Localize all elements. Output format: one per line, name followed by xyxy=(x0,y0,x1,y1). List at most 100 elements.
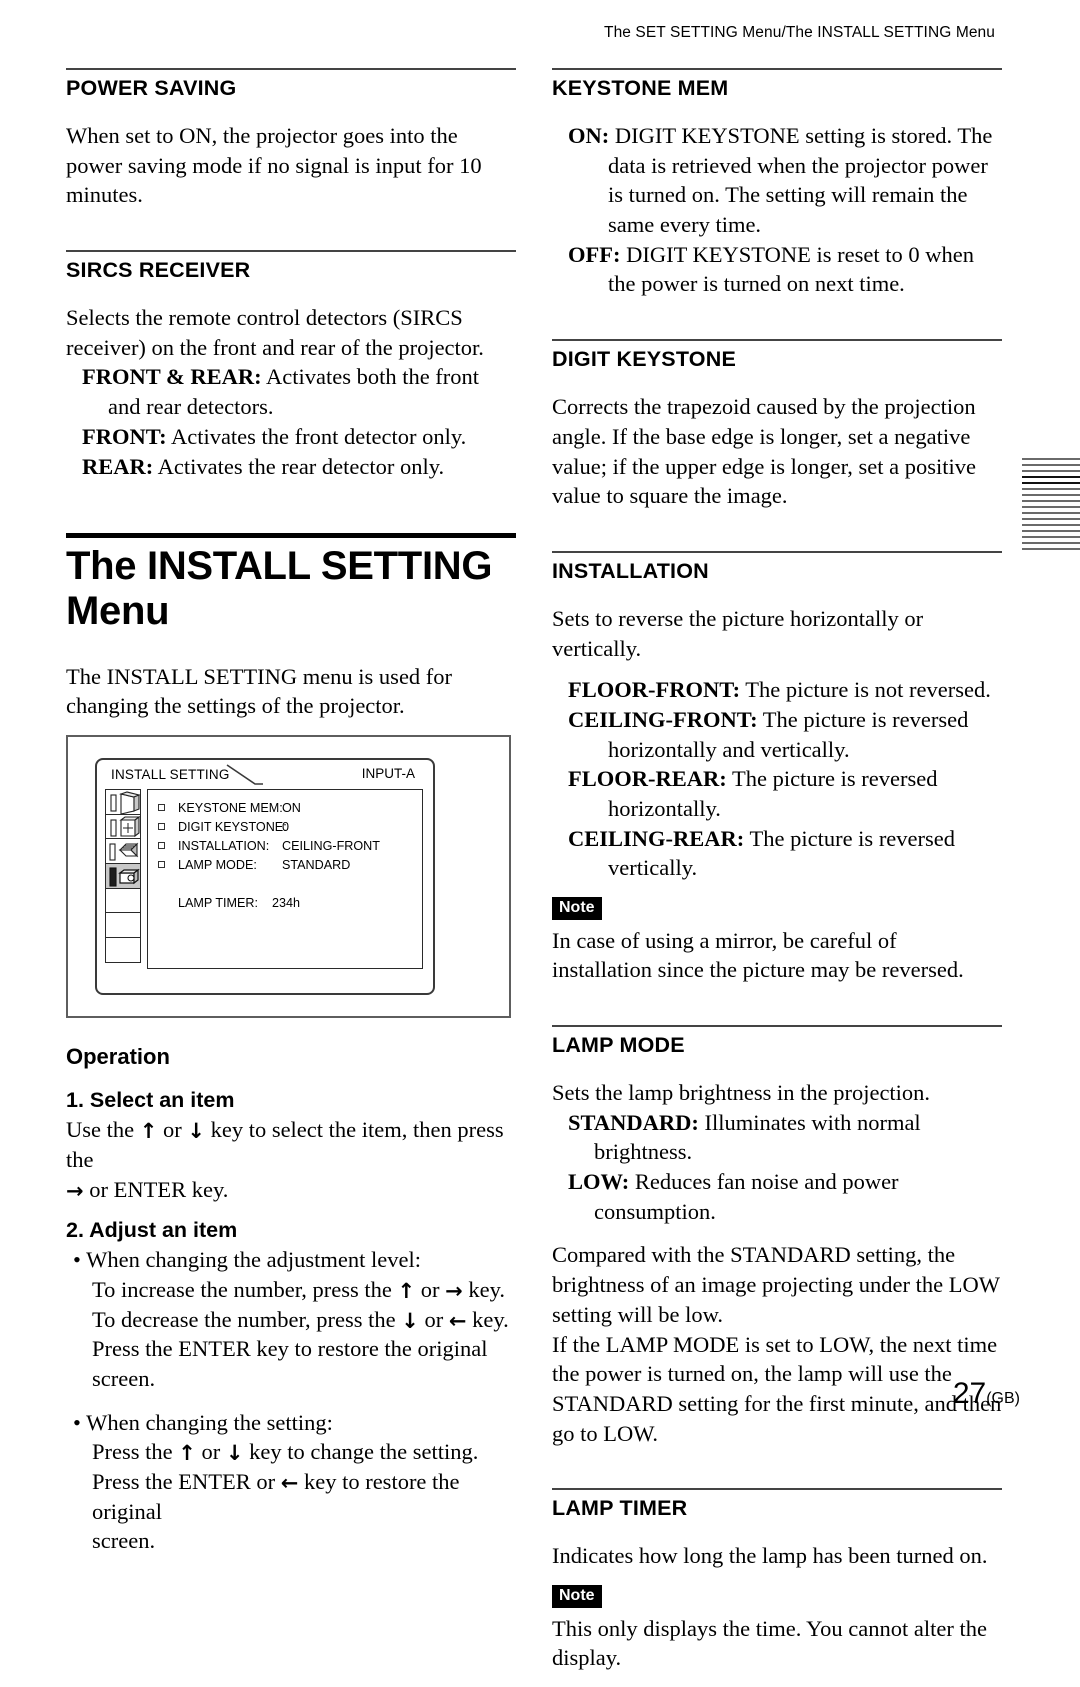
lamp-timer-note-text: This only displays the time. You cannot … xyxy=(552,1615,987,1671)
osd-row-value: 0 xyxy=(282,819,290,834)
thumb-index-bar xyxy=(1022,548,1080,550)
osd-row-value: CEILING-FRONT xyxy=(282,838,380,853)
lamp-mode-para3: If the LAMP MODE is set to LOW, the next… xyxy=(552,1331,1002,1446)
osd-row[interactable]: LAMP MODE: STANDARD xyxy=(148,855,422,874)
installation-option: CEILING-FRONT: The picture is reversed h… xyxy=(552,705,1002,764)
section-rule xyxy=(552,339,1002,342)
operation-bullet-2: • When changing the setting: xyxy=(73,1409,333,1435)
page-title: The INSTALL SETTING Menu xyxy=(66,544,493,633)
heading-installation: INSTALLATION xyxy=(552,558,709,583)
installation-note-text: In case of using a mirror, be careful of… xyxy=(552,927,964,983)
lamp-mode-option: LOW: Reduces fan noise and power consump… xyxy=(552,1167,1002,1226)
osd-icon-blank-3[interactable] xyxy=(105,936,141,963)
sircs-option: FRONT & REAR: Activates both the front a… xyxy=(66,362,516,421)
section-rule xyxy=(552,68,1002,70)
heading-lamp-mode: LAMP MODE xyxy=(552,1033,685,1058)
osd-row-label: KEYSTONE MEM: xyxy=(178,800,283,815)
chapter-rule xyxy=(66,533,516,539)
heading-sircs-receiver: SIRCS RECEIVER xyxy=(66,258,251,283)
page-thumb-index xyxy=(1022,458,1080,568)
osd-lamp-timer-label: LAMP TIMER: xyxy=(178,896,259,911)
keystone-mem-option-desc: DIGIT KEYSTONE setting is stored. The da… xyxy=(608,123,993,238)
note-badge: Note xyxy=(552,1584,602,1608)
lamp-mode-para2: Compared with the STANDARD setting, the … xyxy=(552,1242,1000,1327)
installation-option-term: FLOOR-REAR: xyxy=(568,766,727,792)
osd-icon-blank-2[interactable] xyxy=(105,912,141,939)
operation-b2-line2: Press the ENTER or ← key to restore the … xyxy=(92,1469,460,1524)
operation-title: Operation xyxy=(66,1044,170,1070)
thumb-index-bar xyxy=(1022,518,1080,520)
op-text: key. xyxy=(466,1306,509,1332)
operation-b1-line2: To decrease the number, press the ↓ or ←… xyxy=(92,1306,509,1333)
operation-step1-line2: → or ENTER key. xyxy=(66,1176,229,1203)
note-badge: Note xyxy=(552,897,602,920)
osd-row[interactable]: DIGIT KEYSTONE: 0 xyxy=(148,817,422,836)
heading-digit-keystone: DIGIT KEYSTONE xyxy=(552,347,736,372)
op-text: or ENTER key. xyxy=(83,1176,229,1202)
osd-row[interactable]: KEYSTONE MEM: ON xyxy=(148,798,422,817)
section-rule xyxy=(66,68,516,70)
thumb-index-bar xyxy=(1022,542,1080,544)
op-text: Press the xyxy=(92,1439,179,1465)
section-rule xyxy=(552,1025,1002,1028)
osd-row[interactable]: INSTALLATION: CEILING-FRONT xyxy=(148,836,422,855)
lamp-mode-option-term: STANDARD: xyxy=(568,1109,699,1135)
osd-icon-input[interactable] xyxy=(105,813,141,840)
keystone-mem-option-desc: DIGIT KEYSTONE is reset to 0 when the po… xyxy=(608,241,974,297)
keystone-mem-option-term: OFF: xyxy=(568,241,621,267)
operation-bullet-1: • When changing the adjustment level: xyxy=(73,1247,421,1273)
digit-keystone-body: Corrects the trapezoid caused by the pro… xyxy=(552,394,976,509)
thumb-index-bar xyxy=(1022,488,1080,490)
page-number-suffix: (GB) xyxy=(986,1390,1020,1407)
sircs-option-desc: Activates the rear detector only. xyxy=(153,453,445,479)
installation-option-term: CEILING-FRONT: xyxy=(568,706,758,732)
sircs-option-term: REAR: xyxy=(82,453,154,479)
osd-bullet-icon xyxy=(158,861,165,869)
section-rule xyxy=(66,250,516,253)
thumb-index-bar xyxy=(1022,530,1080,532)
osd-icon-blank-1[interactable] xyxy=(105,887,141,914)
sircs-receiver-body: Selects the remote control detectors (SI… xyxy=(66,305,484,360)
operation-b2-line3: screen. xyxy=(92,1528,156,1554)
op-text: or xyxy=(195,1439,226,1465)
operation-step1-heading: 1. Select an item xyxy=(66,1088,235,1113)
osd-row-label: DIGIT KEYSTONE: xyxy=(178,819,287,834)
section-rule xyxy=(552,550,1002,553)
osd-bullet-icon xyxy=(158,804,165,812)
operation-b2-line1: Press the ↑ or ↓ key to change the setti… xyxy=(92,1439,479,1466)
op-text: To increase the number, press the xyxy=(92,1276,398,1302)
thumb-index-bar xyxy=(1022,464,1080,466)
page-number: 27(GB) xyxy=(953,1377,1020,1411)
osd-tab-divider-icon xyxy=(226,764,263,785)
operation-b1-line1: To increase the number, press the ↑ or →… xyxy=(92,1276,506,1303)
chapter-intro: The INSTALL SETTING menu is used for cha… xyxy=(66,663,453,719)
thumb-index-bar xyxy=(1022,470,1080,472)
lamp-mode-option-desc: Reduces fan noise and power consumption. xyxy=(594,1169,899,1224)
sircs-option-desc: Activates the front detector only. xyxy=(166,423,467,449)
heading-lamp-timer: LAMP TIMER xyxy=(552,1496,688,1521)
section-rule xyxy=(552,1488,1002,1491)
lamp-mode-body: Sets the lamp brightness in the projecti… xyxy=(552,1080,931,1106)
installation-option: FLOOR-FRONT: The picture is not reversed… xyxy=(552,675,1002,705)
op-text: or xyxy=(157,1117,188,1143)
sircs-option: FRONT: Activates the front detector only… xyxy=(66,422,516,452)
heading-keystone-mem: KEYSTONE MEM xyxy=(552,76,729,100)
osd-settings-panel: KEYSTONE MEM: ON DIGIT KEYSTONE: 0 INSTA… xyxy=(147,789,423,970)
osd-bullet-icon xyxy=(158,842,165,850)
osd-icon-install-setting[interactable] xyxy=(105,862,141,889)
osd-menu-title: INSTALL SETTING xyxy=(111,767,230,783)
op-text: Use the xyxy=(66,1117,140,1143)
thumb-index-bar xyxy=(1022,476,1080,478)
installation-option-desc: The picture is not reversed. xyxy=(740,677,991,703)
thumb-index-bar xyxy=(1022,494,1080,496)
thumb-index-bar xyxy=(1022,536,1080,538)
operation-step1-line1: Use the ↑ or ↓ key to select the item, t… xyxy=(66,1117,504,1172)
osd-icon-set-setting[interactable] xyxy=(105,838,141,865)
installation-body: Sets to reverse the picture horizontally… xyxy=(552,605,924,661)
thumb-index-bar xyxy=(1022,524,1080,526)
osd-row-value: STANDARD xyxy=(282,857,351,872)
osd-icon-picture[interactable] xyxy=(105,789,141,816)
osd-row-label: INSTALLATION: xyxy=(178,838,270,853)
osd-row-label: LAMP MODE: xyxy=(178,857,257,872)
osd-lamp-timer-row: LAMP TIMER: 234h xyxy=(148,896,422,910)
